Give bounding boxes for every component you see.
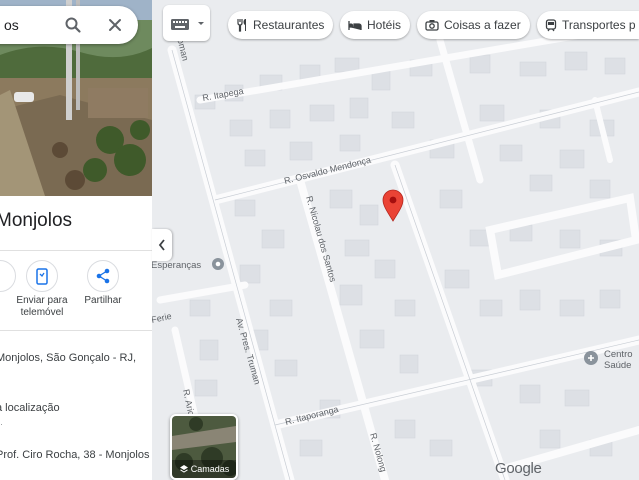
place-photo[interactable]: os [0,0,152,196]
camera-icon [425,20,439,31]
chip-label: Transportes p [562,18,636,32]
chip-label: Coisas a fazer [444,18,521,32]
chip-hotels[interactable]: Hotéis [340,11,410,39]
chevron-down-icon [198,22,204,25]
plus-code-text[interactable]: a localização [0,402,60,414]
poi-label: Esperanças [151,260,201,271]
fork-knife-icon [237,19,246,32]
layers-button[interactable]: Camadas [170,414,238,480]
bed-icon [348,21,362,30]
close-icon[interactable] [106,16,124,34]
address-text[interactable]: Monjolos, São Gonçalo - RJ, [0,352,136,364]
chip-restaurants[interactable]: Restaurantes [228,11,333,39]
google-logo: Google [495,460,542,477]
share-button[interactable]: Partilhar [76,260,130,307]
place-panel: os Monjolos Enviar para telemóvel Partil… [0,0,152,480]
layers-icon [179,465,188,473]
share-icon [87,260,119,292]
train-icon [545,18,557,31]
search-icon[interactable] [64,16,82,34]
chip-label: Restaurantes [253,18,325,32]
search-input[interactable]: os [4,17,19,33]
chip-label: Hotéis [367,18,402,32]
poi-label: Centro [604,349,633,360]
chip-things-to-do[interactable]: Coisas a fazer [417,11,530,39]
divider [0,330,152,331]
chip-transport[interactable]: Transportes p [537,11,639,39]
collapse-panel-button[interactable] [152,229,172,261]
keyboard-icon [171,19,189,30]
nearby-address-text[interactable]: Prof. Ciro Rocha, 38 - Monjolos [0,449,149,461]
action-label: Enviar para [16,295,68,306]
place-title: Monjolos [0,210,73,231]
divider [0,250,152,251]
send-to-phone-button[interactable]: Enviar para telemóvel [12,260,72,319]
action-label: Partilhar [84,295,122,306]
layers-label: Camadas [190,464,230,474]
phone-icon [26,260,58,292]
action-label: telemóvel [20,307,64,318]
plus-code-subtext: ... [0,418,3,427]
chevron-left-icon [158,239,165,251]
poi-label: Saúde [604,360,631,371]
input-tools-button[interactable] [163,5,210,41]
search-box[interactable]: os [0,6,138,44]
